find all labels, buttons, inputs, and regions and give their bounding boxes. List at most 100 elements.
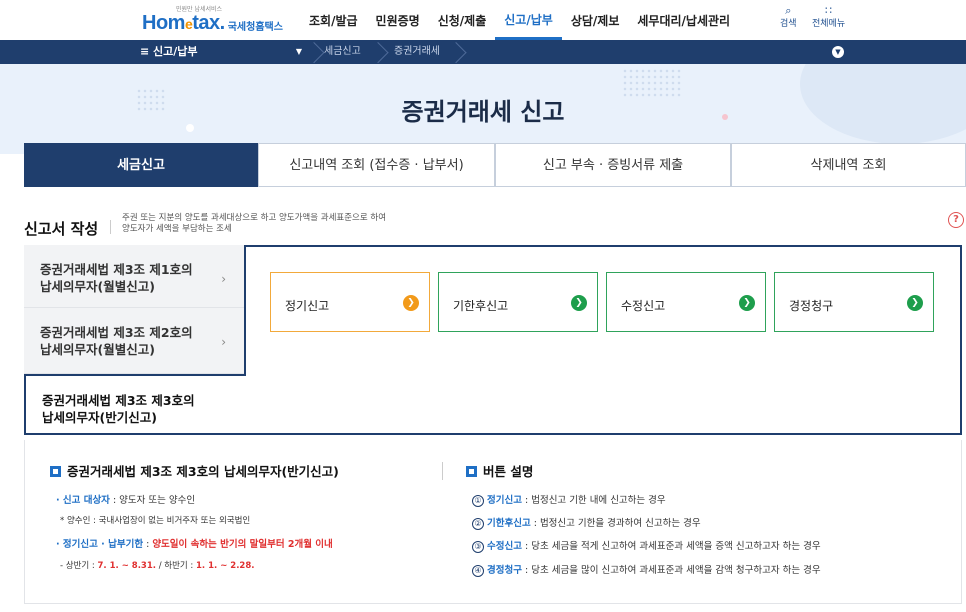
- deadline-colon: :: [143, 539, 153, 550]
- tab-bar: 세금신고 신고내역 조회 (접수증 · 납부서) 신고 부속 · 증빙서류 제출…: [24, 143, 966, 187]
- button-desc-key: 경정청구: [487, 565, 522, 576]
- breadcrumb-item-tax-filing[interactable]: 세금신고: [324, 40, 361, 64]
- logo-korean-name: 국세청홈택스: [227, 21, 283, 33]
- gnb-item-consult[interactable]: 상담/제보: [562, 0, 629, 40]
- button-desc-item: ④ 경정청구 : 당초 세금을 많이 신고하여 과세표준과 세액을 감액 청구하고…: [472, 562, 821, 577]
- option-label: 정기신고: [285, 299, 330, 313]
- section-menu-button[interactable]: ≡ 신고/납부 ▼: [140, 40, 310, 64]
- search-icon: ⌕: [785, 4, 792, 17]
- gnb-item-agent[interactable]: 세무대리/납세관리: [628, 0, 739, 40]
- arrow-right-icon: ❯: [739, 295, 755, 311]
- deadline-value: 양도일이 속하는 반기의 말일부터 2개월 이내: [152, 539, 333, 550]
- button-desc-key: 수정신고: [487, 541, 522, 552]
- info-right-title-text: 버튼 설명: [483, 464, 534, 479]
- section-title: 신고서 작성: [24, 220, 99, 238]
- late-filing-button[interactable]: 기한후신고 ❯: [438, 272, 598, 332]
- list-item-line2: 납세의무자(월별신고): [40, 279, 155, 294]
- list-item-line2: 납세의무자(반기신고): [42, 410, 157, 425]
- filing-target-line: · 신고 대상자 : 양도자 또는 양수인: [56, 492, 195, 506]
- regular-filing-button[interactable]: 정기신고 ❯: [270, 272, 430, 332]
- filing-target-value: : 양도자 또는 양수인: [109, 495, 196, 506]
- info-left-title: 증권거래세법 제3조 제3호의 납세의무자(반기신고): [50, 461, 339, 480]
- list-item-line1: 증권거래세법 제3조 제3호의: [42, 393, 195, 408]
- breadcrumb-separator: [378, 40, 388, 64]
- button-desc-value: : 법정신고 기한을 경과하여 신고하는 경우: [530, 518, 701, 529]
- all-menu-button[interactable]: ∷ 전체메뉴: [812, 4, 845, 30]
- filing-target-key: · 신고 대상자: [56, 495, 110, 506]
- breadcrumb-item-securities-tax[interactable]: 증권거래세: [394, 40, 440, 64]
- section-description-line1: 주권 또는 지분의 양도를 과세대상으로 하고 양도가액을 과세표준으로 하여: [122, 213, 387, 223]
- info-left-title-text: 증권거래세법 제3조 제3호의 납세의무자(반기신고): [67, 464, 339, 479]
- search-button[interactable]: ⌕ 검색: [780, 4, 797, 30]
- number-badge: ③: [472, 541, 484, 553]
- section-menu-label: ≡ 신고/납부: [140, 45, 198, 58]
- divider: [110, 220, 111, 234]
- info-right-title: 버튼 설명: [466, 461, 533, 480]
- deadline-key: · 정기신고 · 납부기한: [56, 539, 144, 550]
- number-badge: ①: [472, 495, 484, 507]
- button-desc-value: : 당초 세금을 많이 신고하여 과세표준과 세액을 감액 청구하고자 하는 경…: [521, 565, 821, 576]
- list-item-line2: 납세의무자(월별신고): [40, 342, 155, 357]
- second-half-period: 1. 1. ~ 2.28.: [196, 561, 255, 571]
- hometax-logo[interactable]: 민원만 납세서비스 Hometax. 국세청홈택스: [142, 3, 283, 37]
- tab-attachments[interactable]: 신고 부속 · 증빙서류 제출: [495, 143, 731, 187]
- arrow-right-icon: ❯: [571, 295, 587, 311]
- button-desc-key: 기한후신고: [487, 518, 531, 529]
- grid-icon: ∷: [825, 4, 833, 17]
- breadcrumb-dropdown-icon[interactable]: ▼: [832, 46, 844, 58]
- button-desc-item: ① 정기신고 : 법정신고 기한 내에 신고하는 경우: [472, 492, 666, 507]
- square-bullet-icon: [466, 466, 477, 477]
- tab-filing-history[interactable]: 신고내역 조회 (접수증 · 납부서): [258, 143, 495, 187]
- deadline-line: · 정기신고 · 납부기한 : 양도일이 속하는 반기의 말일부터 2개월 이내: [56, 536, 333, 550]
- option-label: 수정신고: [621, 299, 666, 313]
- first-half-period: 7. 1. ~ 8.31.: [97, 561, 157, 571]
- button-desc-key: 정기신고: [487, 495, 522, 506]
- option-label: 경정청구: [789, 299, 834, 313]
- gnb-item-application[interactable]: 신청/제출: [429, 0, 496, 40]
- chevron-right-icon: ›: [221, 335, 226, 349]
- button-desc-value: : 당초 세금을 적게 신고하여 과세표준과 세액을 증액 신고하고자 하는 경…: [521, 541, 821, 552]
- divider: [442, 462, 443, 480]
- help-icon[interactable]: ?: [948, 212, 964, 228]
- second-half-label: / 하반기 :: [156, 561, 196, 571]
- chevron-down-icon: ▼: [295, 47, 302, 56]
- tab-tax-filing[interactable]: 세금신고: [24, 143, 258, 187]
- button-desc-item: ③ 수정신고 : 당초 세금을 적게 신고하여 과세표준과 세액을 증액 신고하고…: [472, 538, 821, 553]
- section-description-line2: 양도자가 세액을 부담하는 조세: [122, 224, 232, 234]
- arrow-right-icon: ❯: [907, 295, 923, 311]
- gnb-item-certificate[interactable]: 민원증명: [367, 0, 429, 40]
- hero-banner: 증권거래세 신고: [0, 64, 966, 154]
- half-year-periods: - 상반기 : 7. 1. ~ 8.31. / 하반기 : 1. 1. ~ 2.…: [60, 559, 255, 571]
- button-desc-value: : 법정신고 기한 내에 신고하는 경우: [521, 495, 666, 506]
- global-nav: 조회/발급 민원증명 신청/제출 신고/납부 상담/제보 세무대리/납세관리: [300, 0, 739, 40]
- all-menu-label: 전체메뉴: [812, 19, 846, 29]
- number-badge: ②: [472, 518, 484, 530]
- first-half-label: - 상반기 :: [60, 561, 98, 571]
- transferee-note: * 양수인 : 국내사업장이 없는 비거주자 또는 외국법인: [60, 516, 251, 526]
- section-description: 주권 또는 지분의 양도를 과세대상으로 하고 양도가액을 과세표준으로 하여 …: [122, 213, 522, 235]
- list-item-taxpayer-3[interactable]: 증권거래세법 제3조 제3호의 납세의무자(반기신고): [24, 374, 246, 435]
- breadcrumb-separator: [314, 40, 324, 64]
- amended-filing-button[interactable]: 수정신고 ❯: [606, 272, 766, 332]
- number-badge: ④: [472, 565, 484, 577]
- option-label: 기한후신고: [453, 299, 509, 313]
- list-item-taxpayer-1[interactable]: 증권거래세법 제3조 제1호의 납세의무자(월별신고) ›: [24, 245, 244, 308]
- button-desc-item: ② 기한후신고 : 법정신고 기한을 경과하여 신고하는 경우: [472, 515, 701, 530]
- gnb-item-filing[interactable]: 신고/납부: [495, 0, 562, 40]
- chevron-right-icon: ›: [221, 272, 226, 286]
- top-header: 민원만 납세서비스 Hometax. 국세청홈택스 조회/발급 민원증명 신청/…: [0, 0, 966, 40]
- refund-claim-button[interactable]: 경정청구 ❯: [774, 272, 934, 332]
- square-bullet-icon: [50, 466, 61, 477]
- breadcrumb-separator: [456, 40, 466, 64]
- page-title: 증권거래세 신고: [401, 98, 565, 126]
- gnb-item-inquiry[interactable]: 조회/발급: [300, 0, 367, 40]
- list-item-line1: 증권거래세법 제3조 제2호의: [40, 325, 193, 340]
- tab-deleted-history[interactable]: 삭제내역 조회: [731, 143, 966, 187]
- logo-wordmark: Hometax.: [142, 11, 225, 34]
- breadcrumb: ≡ 신고/납부 ▼ 세금신고 증권거래세 ▼: [0, 40, 966, 64]
- list-item-taxpayer-2[interactable]: 증권거래세법 제3조 제2호의 납세의무자(월별신고) ›: [24, 308, 244, 374]
- arrow-right-icon: ❯: [403, 295, 419, 311]
- list-item-line1: 증권거래세법 제3조 제1호의: [40, 262, 193, 277]
- search-label: 검색: [780, 19, 797, 29]
- logo-subtitle: 민원만 납세서비스: [176, 6, 223, 13]
